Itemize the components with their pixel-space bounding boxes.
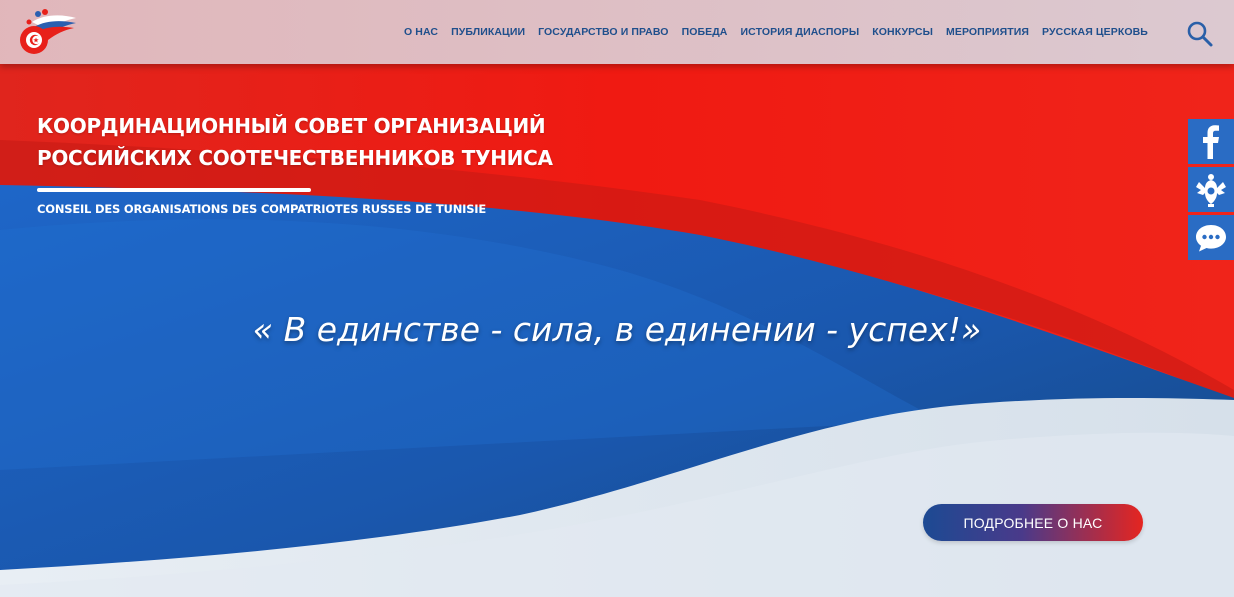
emblem-link[interactable]	[1188, 167, 1234, 212]
nav-item-victory[interactable]: ПОБЕДА	[682, 26, 728, 38]
russian-emblem-icon	[1196, 173, 1226, 207]
hero-title-line2: РОССИЙСКИХ СООТЕЧЕСТВЕННИКОВ ТУНИСА	[37, 146, 553, 170]
logo-icon	[20, 9, 76, 54]
nav-item-contests[interactable]: КОНКУРСЫ	[872, 26, 933, 38]
nav-item-russian-church[interactable]: РУССКАЯ ЦЕРКОВЬ	[1042, 26, 1148, 38]
hero-title-line1: КООРДИНАЦИОННЫЙ СОВЕТ ОРГАНИЗАЦИЙ	[37, 114, 546, 138]
nav-item-diaspora-history[interactable]: ИСТОРИЯ ДИАСПОРЫ	[741, 26, 860, 38]
hero-quote-text: « В единстве - сила, в единении - успех!…	[252, 310, 982, 349]
search-button[interactable]	[1186, 20, 1214, 48]
hero-quote: « В единстве - сила, в единении - успех!…	[0, 310, 1234, 349]
facebook-icon	[1203, 124, 1219, 159]
chat-link[interactable]	[1188, 215, 1234, 260]
nav-item-about[interactable]: О НАС	[404, 26, 438, 38]
council-logo[interactable]	[14, 8, 80, 58]
top-navigation-bar: О НАС ПУБЛИКАЦИИ ГОСУДАРСТВО И ПРАВО ПОБ…	[0, 0, 1234, 64]
facebook-link[interactable]	[1188, 119, 1234, 164]
hero-title-block: КООРДИНАЦИОННЫЙ СОВЕТ ОРГАНИЗАЦИЙ РОССИЙ…	[37, 110, 553, 216]
hero-banner: КООРДИНАЦИОННЫЙ СОВЕТ ОРГАНИЗАЦИЙ РОССИЙ…	[0, 0, 1234, 597]
social-sidebar	[1188, 119, 1234, 263]
more-about-us-button[interactable]: ПОДРОБНЕЕ О НАС	[923, 504, 1143, 541]
hero-subtitle: CONSEIL DES ORGANISATIONS DES COMPATRIOT…	[37, 202, 487, 216]
nav-item-state-law[interactable]: ГОСУДАРСТВО И ПРАВО	[538, 26, 668, 38]
nav-item-publications[interactable]: ПУБЛИКАЦИИ	[451, 26, 525, 38]
title-divider	[37, 188, 311, 192]
chat-icon	[1196, 224, 1226, 251]
main-nav: О НАС ПУБЛИКАЦИИ ГОСУДАРСТВО И ПРАВО ПОБ…	[404, 26, 1161, 38]
search-icon	[1187, 21, 1213, 47]
nav-item-events[interactable]: МЕРОПРИЯТИЯ	[946, 26, 1029, 38]
